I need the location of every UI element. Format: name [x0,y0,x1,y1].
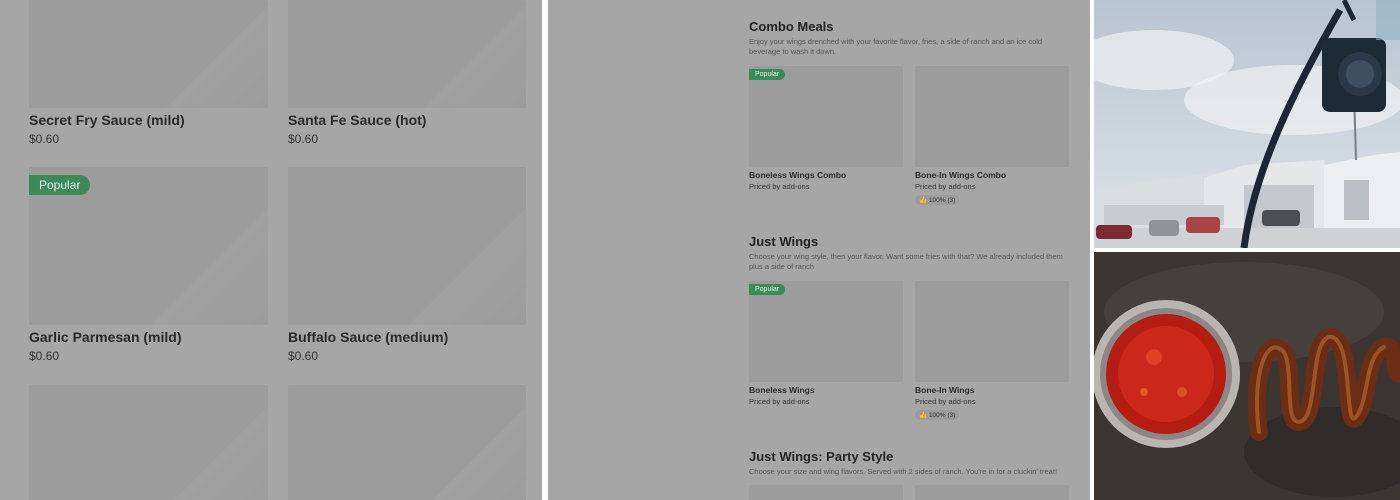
rating-badge: 👍 100% (3) [915,410,960,420]
item-name[interactable]: Buffalo Sauce (medium) [288,329,448,345]
menu-panel-middle: Combo Meals Enjoy your wings drenched wi… [548,0,1090,500]
item-image-garlic-parmesan[interactable]: Popular [29,167,268,325]
section-description: Choose your size and wing flavors. Serve… [749,467,1058,476]
item-image[interactable] [288,385,526,500]
photo-hangar [1094,0,1400,248]
item-image-bone-in-wings-combo[interactable] [915,66,1069,167]
item-name[interactable]: Bone-In Wings Combo [915,170,1006,180]
item-image-bone-in-wings[interactable] [915,281,1069,382]
section-title: Just Wings: Party Style [749,449,894,464]
menu-panel-left: Secret Fry Sauce (mild) $0.60 Santa Fe S… [0,0,542,500]
section-description: Enjoy your wings drenched with your favo… [749,37,1043,56]
item-name[interactable]: Santa Fe Sauce (hot) [288,112,426,128]
item-price: $0.60 [29,132,60,146]
item-image-buffalo-sauce[interactable] [288,167,526,325]
sauce-photo-illustration [1094,252,1400,500]
item-image[interactable] [915,485,1069,500]
item-image[interactable] [749,485,903,500]
section-title: Just Wings [749,234,819,249]
item-name[interactable]: Boneless Wings Combo [749,170,846,180]
popular-badge: Popular [749,69,786,80]
item-price: $0.60 [29,349,60,363]
item-price: $0.60 [288,132,319,146]
popular-badge: Popular [749,284,786,295]
item-price-note: Priced by add-ons [915,397,976,406]
item-name[interactable]: Garlic Parmesan (mild) [29,329,182,345]
item-price: $0.60 [288,349,319,363]
rating-badge: 👍 100% (3) [915,195,960,205]
section-description: Choose your wing style, then your flavor… [749,252,1063,271]
item-name[interactable]: Boneless Wings [749,385,815,395]
hangar-photo-illustration [1094,0,1400,248]
item-name[interactable]: Bone-In Wings [915,385,974,395]
item-name[interactable]: Secret Fry Sauce (mild) [29,112,185,128]
item-price-note: Priced by add-ons [749,397,810,406]
popular-badge: Popular [29,175,91,195]
item-price-note: Priced by add-ons [749,182,810,191]
item-price-note: Priced by add-ons [915,182,976,191]
item-image-boneless-wings-combo[interactable]: Popular [749,66,903,167]
item-image-secret-fry-sauce[interactable] [29,0,268,108]
photo-sauce [1094,252,1400,500]
section-title: Combo Meals [749,19,834,34]
item-image-santa-fe-sauce[interactable] [288,0,526,108]
item-image[interactable] [29,385,268,500]
item-image-boneless-wings[interactable]: Popular [749,281,903,382]
